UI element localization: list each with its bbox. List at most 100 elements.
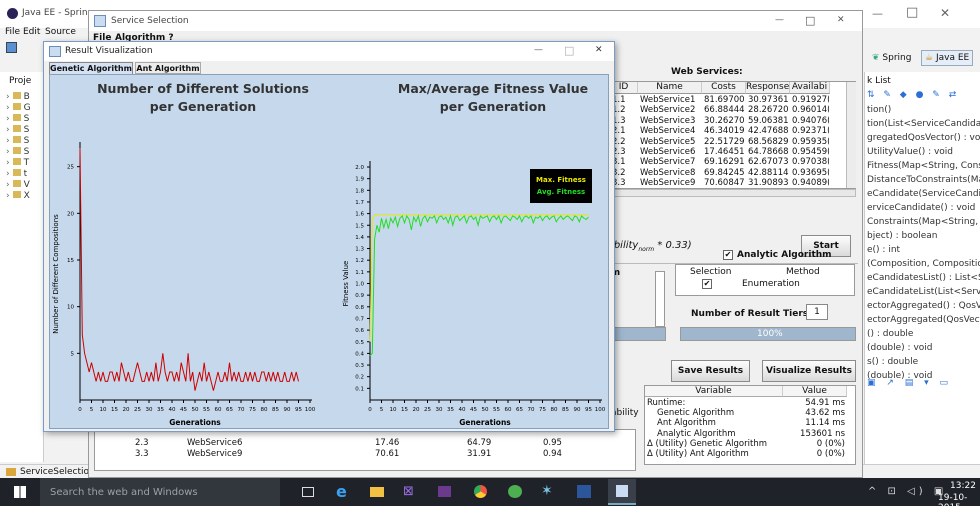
algo-list-scroll[interactable] [655,271,665,327]
ws-table-hscroll[interactable] [609,189,856,197]
tiers-spinner[interactable]: 1 [806,304,828,320]
chrome-icon[interactable] [474,485,487,498]
result-minimize-button[interactable]: — [534,45,543,55]
task-list-tab[interactable]: k List [867,76,891,86]
windows-start-icon[interactable] [14,486,26,498]
tree-item[interactable]: ›V [6,180,30,190]
outline-item[interactable]: tion() [867,105,891,115]
tree-expand-icon[interactable]: › [6,125,10,135]
composition-cell[interactable]: 0.95 [543,438,562,448]
ws-table-cell[interactable]: 70.608471... [704,178,745,188]
outline-item[interactable]: eCandidateList(List<ServiceC [867,287,980,297]
outline-item[interactable]: tion(List<ServiceCandidate>, [867,119,980,129]
app-star-icon[interactable]: ✶ [541,483,553,499]
result-maximize-button[interactable]: □ [564,44,574,57]
service-minimize-button[interactable]: — [775,15,784,25]
results-value-cell[interactable]: 54.91 ms [785,398,845,408]
eclipse-menu-file[interactable]: File [5,27,20,37]
ws-header-cell[interactable]: Costs [702,82,746,94]
ws-table-cell[interactable]: 0.95459( [792,147,829,157]
app-green-icon[interactable] [508,485,522,498]
results-value-cell[interactable]: 0 (0%) [785,439,845,449]
ws-table-cell[interactable]: 66.884446... [704,105,745,115]
outline-item[interactable]: ectorAggregated() : QosVecto [867,301,980,311]
composition-cell[interactable]: 0.94 [543,449,562,459]
eclipse-minimize-button[interactable]: — [872,7,883,20]
tab-ant-algorithm[interactable]: Ant Algorithm [135,62,201,74]
ws-table-cell[interactable]: 46.340191... [704,126,745,136]
composition-cell[interactable]: WebService6 [187,438,242,448]
ws-table-cell[interactable]: WebService9 [640,178,701,188]
ws-table-cell[interactable]: 22.517299... [704,137,745,147]
result-close-button[interactable]: ✕ [595,45,603,55]
tree-item[interactable]: ›S [6,147,29,157]
ws-table-cell[interactable]: 42.476883... [748,126,789,136]
sel-checkbox[interactable]: ✔ [702,279,712,289]
outline-item[interactable]: erviceCandidate() : void [867,203,975,213]
ws-table-cell[interactable]: 2.2 [612,137,637,147]
ws-table-cell[interactable]: WebService7 [640,157,701,167]
results-value-cell[interactable]: 43.62 ms [785,408,845,418]
visualize-results-button[interactable]: Visualize Results [762,360,856,382]
ws-table-cell[interactable]: 68.568296... [748,137,789,147]
ws-table-cell[interactable]: 31.908937... [748,178,789,188]
ws-table-cell[interactable]: 62.670730... [748,157,789,167]
outline-item[interactable]: gregatedQosVector() : void [867,133,980,143]
ws-table-cell[interactable]: 28.267207... [748,105,789,115]
ws-table-cell[interactable]: 1.1 [612,95,637,105]
analytic-checkbox[interactable]: ✔ [723,250,733,260]
tree-item[interactable]: ›S [6,125,29,135]
spring-perspective-button[interactable]: ❦ Spring [872,53,911,63]
results-header-cell[interactable]: Variable [645,386,783,397]
results-value-cell[interactable]: 153601 ns [785,429,845,439]
store-icon[interactable]: ⊠ [403,484,414,499]
results-variable-cell[interactable]: Genetic Algorithm [657,408,787,418]
outline-item[interactable]: (double) : void [867,343,933,353]
ws-table-cell[interactable]: 42.881149... [748,168,789,178]
ws-table-cell[interactable]: WebService2 [640,105,701,115]
ws-table-cell[interactable]: 81.697006... [704,95,745,105]
file-explorer-icon[interactable] [370,487,384,497]
results-variable-cell[interactable]: Runtime: [647,398,777,408]
ws-table-cell[interactable]: WebService4 [640,126,701,136]
tree-item[interactable]: ›G [6,103,31,113]
outline-item[interactable]: Constraints(Map<String, Cons [867,217,980,227]
tree-expand-icon[interactable]: › [6,114,10,124]
ws-table-cell[interactable]: 0.97038( [792,157,829,167]
ws-table-cell[interactable]: WebService8 [640,168,701,178]
ws-table-cell[interactable]: WebService1 [640,95,701,105]
tree-expand-icon[interactable]: › [6,180,10,190]
outline-item[interactable]: bject) : boolean [867,231,937,241]
eclipse-maximize-button[interactable]: □ [906,5,918,20]
new-icon[interactable] [6,42,17,53]
tree-item[interactable]: ›B [6,92,30,102]
ws-table-cell[interactable]: 69.842455... [704,168,745,178]
task-view-icon[interactable] [302,487,314,497]
outline-item[interactable]: (Composition, Composition) [867,259,980,269]
outline-item[interactable]: eCandidatesList() : List<Servi [867,273,980,283]
ws-table-cell[interactable]: 2.3 [612,147,637,157]
tree-item[interactable]: ›X [6,191,30,201]
eclipse-close-button[interactable]: ✕ [940,6,950,20]
composition-cell[interactable]: 31.91 [467,449,491,459]
tree-expand-icon[interactable]: › [6,158,10,168]
java-taskbar-icon[interactable] [608,479,636,505]
ws-table-cell[interactable]: 0.94089( [792,178,829,188]
tree-expand-icon[interactable]: › [6,191,10,201]
outline-item[interactable]: () : double [867,329,913,339]
ws-table-cell[interactable]: 0.95935( [792,137,829,147]
ws-table-cell[interactable]: 3.2 [612,168,637,178]
outline-item[interactable]: ectorAggregated(QosVector) : [867,315,980,325]
ws-header-cell[interactable]: Name [638,82,702,94]
ws-table-cell[interactable]: 0.93695( [792,168,829,178]
outline-item[interactable]: e() : int [867,245,900,255]
ws-table-cell[interactable]: WebService5 [640,137,701,147]
tree-item[interactable]: ›S [6,136,29,146]
composition-cell[interactable]: 70.61 [375,449,399,459]
ws-table-cell[interactable]: 30.973611... [748,95,789,105]
save-results-button[interactable]: Save Results [671,360,750,382]
service-maximize-button[interactable]: □ [805,14,815,27]
tree-expand-icon[interactable]: › [6,136,10,146]
javaee-perspective-button[interactable]: ☕ Java EE [921,50,973,66]
tree-item[interactable]: ›T [6,158,29,168]
